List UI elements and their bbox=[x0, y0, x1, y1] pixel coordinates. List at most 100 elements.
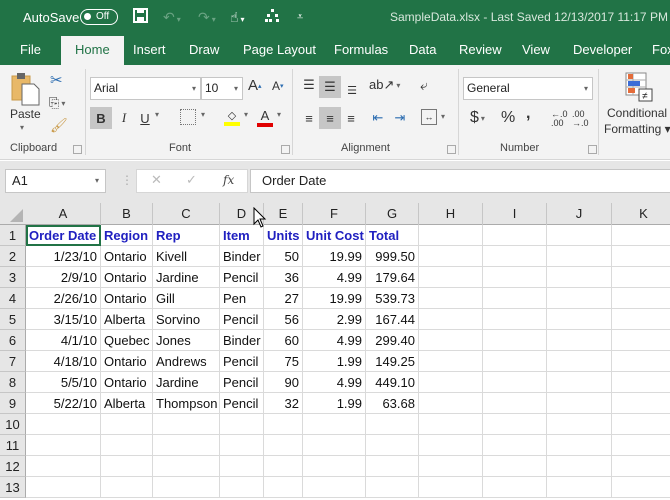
empty-cell[interactable] bbox=[366, 477, 419, 498]
tab-draw[interactable]: Draw bbox=[189, 34, 219, 65]
empty-cell[interactable] bbox=[612, 267, 670, 288]
data-cell[interactable]: Ontario bbox=[101, 288, 153, 309]
tab-data[interactable]: Data bbox=[409, 34, 436, 65]
empty-cell[interactable] bbox=[612, 288, 670, 309]
empty-cell[interactable] bbox=[419, 351, 483, 372]
bottom-align-icon[interactable]: ☰ bbox=[343, 81, 361, 99]
data-cell[interactable]: 32 bbox=[264, 393, 303, 414]
data-cell[interactable]: 2/9/10 bbox=[26, 267, 101, 288]
touch-mode-icon[interactable]: ☝ ▾ bbox=[230, 8, 245, 29]
empty-cell[interactable] bbox=[220, 477, 264, 498]
empty-cell[interactable] bbox=[419, 309, 483, 330]
paste-dropdown-icon[interactable]: ▾ bbox=[20, 123, 24, 132]
data-cell[interactable]: Quebec bbox=[101, 330, 153, 351]
empty-cell[interactable] bbox=[547, 456, 612, 477]
number-launcher-icon[interactable] bbox=[588, 145, 597, 154]
empty-cell[interactable] bbox=[547, 309, 612, 330]
percent-button[interactable]: % bbox=[501, 109, 515, 127]
increase-indent-icon[interactable]: ⇥ bbox=[390, 107, 410, 129]
data-cell[interactable]: 27 bbox=[264, 288, 303, 309]
fill-dropdown-icon[interactable]: ▾ bbox=[244, 110, 248, 119]
empty-cell[interactable] bbox=[483, 393, 547, 414]
column-header-f[interactable]: F bbox=[303, 203, 366, 225]
font-size-select[interactable]: 10 ▾ bbox=[201, 77, 243, 100]
borders-icon[interactable] bbox=[180, 109, 196, 125]
empty-cell[interactable] bbox=[547, 435, 612, 456]
data-cell[interactable]: 75 bbox=[264, 351, 303, 372]
currency-button[interactable]: $ ▾ bbox=[470, 109, 485, 127]
empty-cell[interactable] bbox=[612, 414, 670, 435]
formula-input[interactable]: Order Date bbox=[250, 169, 670, 193]
row-header-11[interactable]: 11 bbox=[0, 435, 26, 456]
empty-cell[interactable] bbox=[419, 477, 483, 498]
data-cell[interactable]: 4.99 bbox=[303, 372, 366, 393]
data-cell[interactable]: Pencil bbox=[220, 393, 264, 414]
data-cell[interactable]: Binder bbox=[220, 246, 264, 267]
column-header-k[interactable]: K bbox=[612, 203, 670, 225]
empty-cell[interactable] bbox=[612, 309, 670, 330]
row-header-12[interactable]: 12 bbox=[0, 456, 26, 477]
customize-qat-icon[interactable]: ⩡ bbox=[297, 8, 303, 26]
empty-cell[interactable] bbox=[483, 372, 547, 393]
data-cell[interactable]: 1.99 bbox=[303, 393, 366, 414]
cancel-icon[interactable]: ✕ bbox=[151, 172, 162, 188]
align-center-icon[interactable]: ≡ bbox=[319, 107, 341, 129]
data-cell[interactable]: 3/15/10 bbox=[26, 309, 101, 330]
empty-cell[interactable] bbox=[483, 477, 547, 498]
column-header-j[interactable]: J bbox=[547, 203, 612, 225]
merge-center-icon[interactable]: ↔ bbox=[421, 109, 437, 125]
empty-cell[interactable] bbox=[547, 288, 612, 309]
empty-cell[interactable] bbox=[547, 225, 612, 246]
data-cell[interactable]: 449.10 bbox=[366, 372, 419, 393]
empty-cell[interactable] bbox=[483, 435, 547, 456]
increase-decimal-icon[interactable]: ←.0.00 bbox=[551, 110, 568, 128]
column-header-e[interactable]: E bbox=[264, 203, 303, 225]
column-header-b[interactable]: B bbox=[101, 203, 153, 225]
alignment-launcher-icon[interactable] bbox=[447, 145, 456, 154]
select-all-button[interactable] bbox=[0, 203, 26, 225]
name-box[interactable]: A1 ▾ bbox=[5, 169, 106, 193]
orientation-icon[interactable]: ab↗ ▾ bbox=[369, 77, 400, 93]
align-left-icon[interactable]: ≡ bbox=[299, 107, 319, 129]
data-cell[interactable]: 2/26/10 bbox=[26, 288, 101, 309]
paste-label[interactable]: Paste bbox=[10, 107, 41, 121]
row-header-5[interactable]: 5 bbox=[0, 309, 26, 330]
data-cell[interactable]: 1.99 bbox=[303, 351, 366, 372]
empty-cell[interactable] bbox=[483, 246, 547, 267]
data-cell[interactable]: 4/1/10 bbox=[26, 330, 101, 351]
row-header-9[interactable]: 9 bbox=[0, 393, 26, 414]
copy-icon[interactable]: ⎘ ▾ bbox=[49, 95, 65, 111]
tab-developer[interactable]: Developer bbox=[573, 34, 632, 65]
data-cell[interactable]: 999.50 bbox=[366, 246, 419, 267]
italic-button[interactable]: I bbox=[115, 107, 133, 129]
insert-function-icon[interactable]: fx bbox=[223, 173, 234, 187]
empty-cell[interactable] bbox=[419, 288, 483, 309]
empty-cell[interactable] bbox=[101, 414, 153, 435]
data-cell[interactable]: 149.25 bbox=[366, 351, 419, 372]
autosave-toggle[interactable]: Off bbox=[80, 9, 118, 25]
data-cell[interactable]: Jardine bbox=[153, 267, 220, 288]
data-cell[interactable]: 1/23/10 bbox=[26, 246, 101, 267]
top-align-icon[interactable]: ☰ bbox=[299, 76, 319, 94]
empty-cell[interactable] bbox=[303, 414, 366, 435]
font-color-button[interactable]: A bbox=[257, 107, 273, 127]
empty-cell[interactable] bbox=[366, 414, 419, 435]
tab-review[interactable]: Review bbox=[459, 34, 502, 65]
data-cell[interactable]: 50 bbox=[264, 246, 303, 267]
empty-cell[interactable] bbox=[612, 372, 670, 393]
header-cell[interactable]: Units bbox=[264, 225, 303, 246]
empty-cell[interactable] bbox=[26, 477, 101, 498]
data-cell[interactable]: Pencil bbox=[220, 309, 264, 330]
format-painter-icon[interactable]: 🖌 bbox=[50, 117, 68, 134]
row-header-2[interactable]: 2 bbox=[0, 246, 26, 267]
cut-icon[interactable]: ✂ bbox=[50, 71, 63, 89]
data-cell[interactable]: 167.44 bbox=[366, 309, 419, 330]
data-cell[interactable]: 36 bbox=[264, 267, 303, 288]
borders-dropdown-icon[interactable]: ▾ bbox=[201, 110, 205, 119]
empty-cell[interactable] bbox=[547, 246, 612, 267]
empty-cell[interactable] bbox=[547, 477, 612, 498]
column-header-i[interactable]: I bbox=[483, 203, 547, 225]
header-cell[interactable]: Rep bbox=[153, 225, 220, 246]
tab-page-layout[interactable]: Page Layout bbox=[243, 34, 316, 65]
underline-dropdown-icon[interactable]: ▾ bbox=[155, 110, 159, 119]
